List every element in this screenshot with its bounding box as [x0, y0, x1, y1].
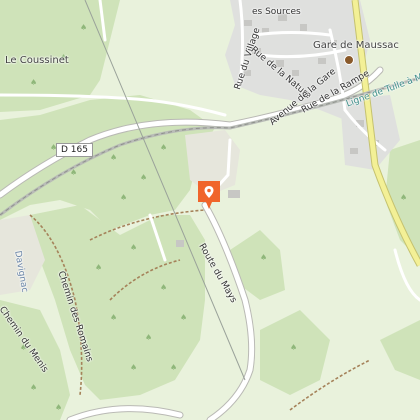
- svg-text:♠: ♠: [400, 193, 407, 202]
- svg-text:♠: ♠: [145, 333, 152, 342]
- svg-text:♠: ♠: [180, 313, 187, 322]
- svg-text:♠: ♠: [95, 263, 102, 272]
- street-label-rue-des-sources: es Sources: [252, 7, 301, 17]
- svg-text:♠: ♠: [55, 403, 62, 412]
- map-view[interactable]: ♠ ♠ ♠ ♠ ♠ ♠ ♠ ♠ ♠ ♠ ♠ ♠ ♠ ♠ ♠ ♠ ♠ ♠ ♠ ♠ ♠ ♠ ♠ Le Coussi…: [0, 0, 420, 420]
- place-label-gare-de-maussac: Gare de Maussac: [313, 40, 399, 51]
- svg-text:♠: ♠: [110, 313, 117, 322]
- train-station-icon[interactable]: [344, 55, 354, 65]
- location-pin-icon[interactable]: [197, 180, 221, 210]
- svg-text:♠: ♠: [260, 253, 267, 262]
- svg-text:♠: ♠: [80, 23, 87, 32]
- svg-text:♠: ♠: [110, 153, 117, 162]
- place-label-le-coussinet: Le Coussinet: [5, 55, 69, 66]
- road-shield-d165: D 165: [56, 143, 93, 157]
- svg-text:♠: ♠: [70, 168, 77, 177]
- svg-text:♠: ♠: [120, 193, 127, 202]
- svg-text:♠: ♠: [30, 383, 37, 392]
- svg-text:♠: ♠: [130, 363, 137, 372]
- svg-text:♠: ♠: [30, 78, 37, 87]
- svg-text:♠: ♠: [130, 243, 137, 252]
- svg-text:♠: ♠: [160, 283, 167, 292]
- svg-text:♠: ♠: [290, 343, 297, 352]
- svg-text:♠: ♠: [160, 143, 167, 152]
- svg-text:♠: ♠: [170, 363, 177, 372]
- svg-text:♠: ♠: [140, 173, 147, 182]
